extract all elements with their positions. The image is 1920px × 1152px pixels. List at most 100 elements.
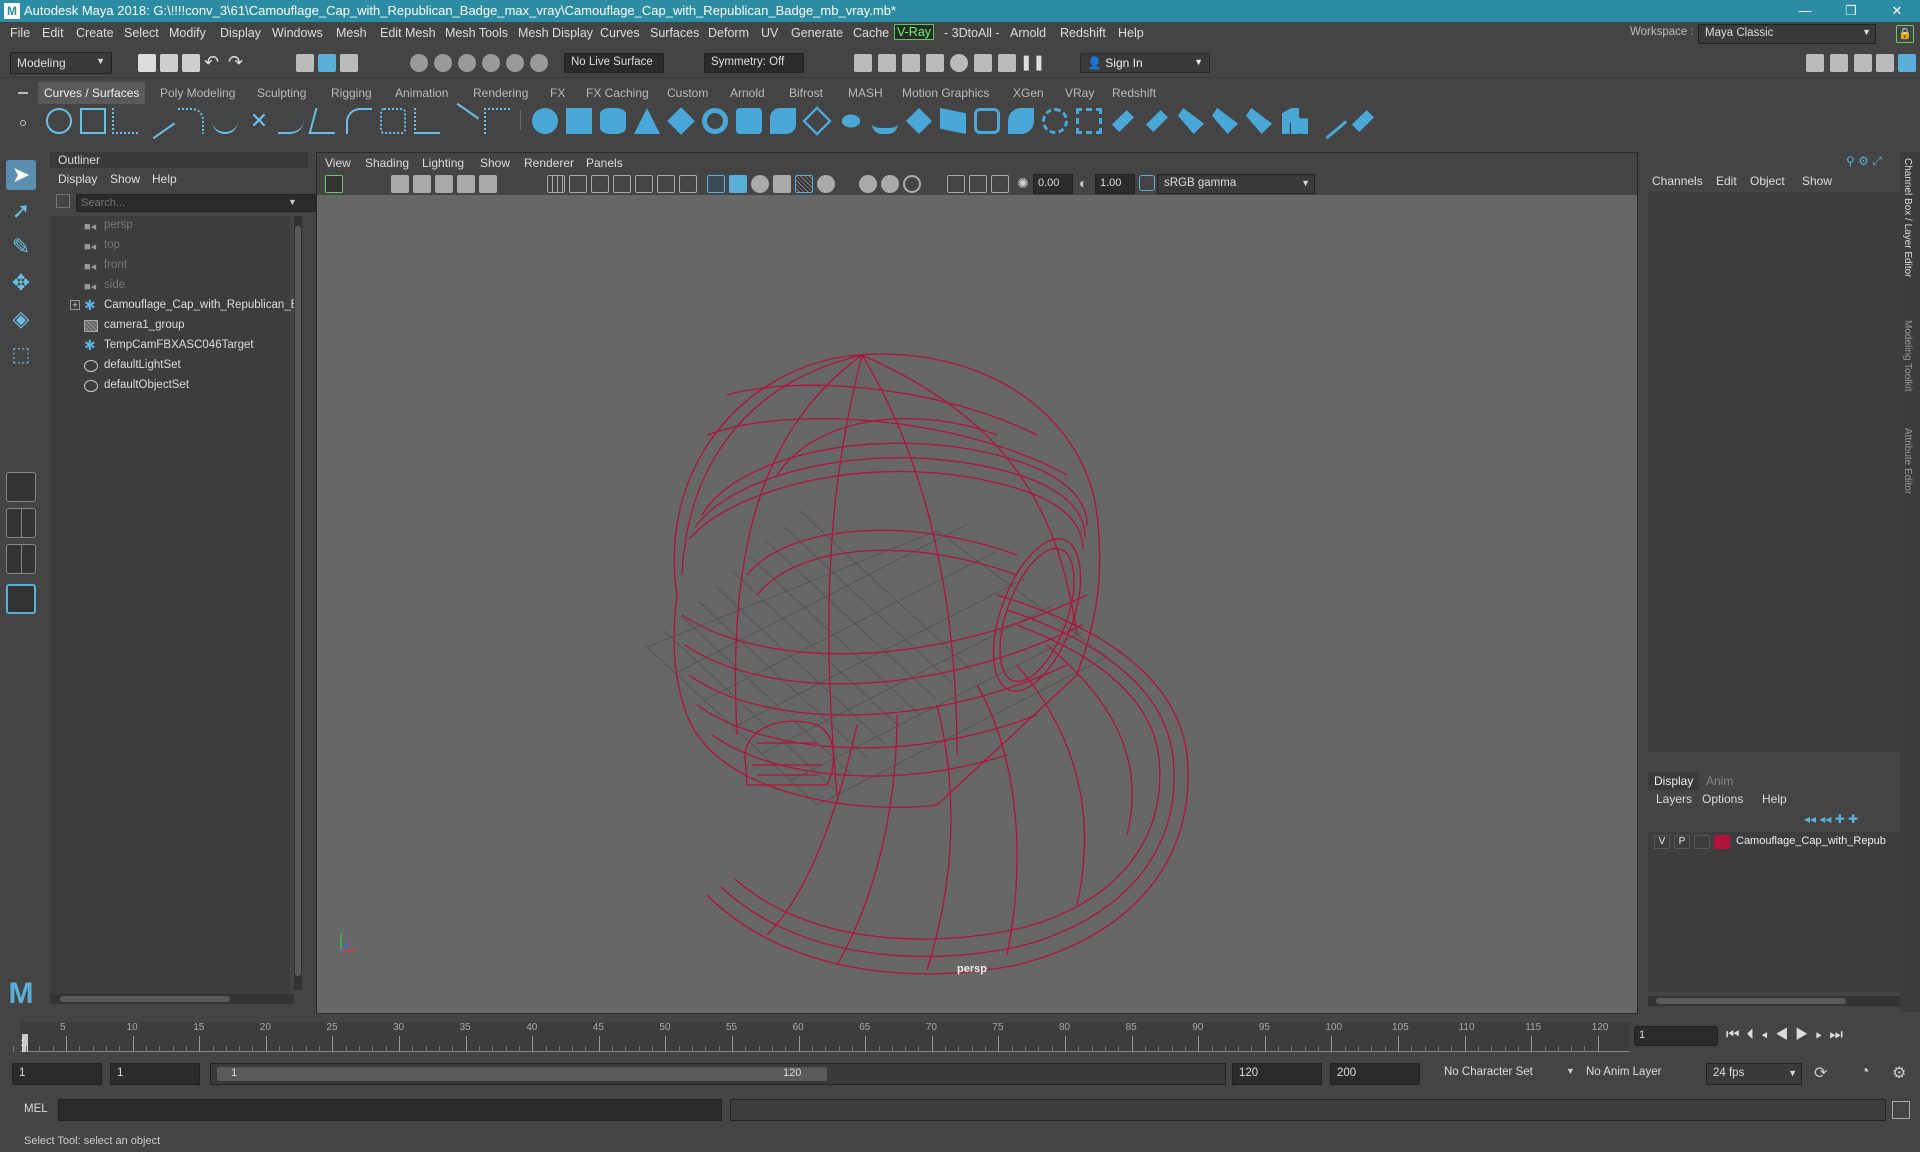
shelf-tab-sculpting[interactable]: Sculpting: [257, 86, 306, 100]
move-tool-icon[interactable]: ✥: [6, 268, 36, 298]
textured-icon[interactable]: [795, 175, 813, 193]
gamma-field[interactable]: 1.00: [1095, 174, 1135, 194]
color-management-icon[interactable]: [1139, 175, 1155, 191]
step-back-frame-icon[interactable]: ◂: [1761, 1026, 1775, 1043]
snap-grid-icon[interactable]: [410, 54, 428, 72]
layer-color-swatch[interactable]: [1714, 835, 1730, 849]
square-surface-icon[interactable]: [940, 108, 966, 134]
select-component-icon[interactable]: [340, 54, 358, 72]
rotate-tool-icon[interactable]: ◈: [6, 304, 36, 334]
layer-reference-toggle[interactable]: [1694, 835, 1710, 849]
detach-surfaces-icon[interactable]: [1178, 108, 1204, 134]
shelf-tab-redshift[interactable]: Redshift: [1112, 86, 1156, 100]
outliner-search-input[interactable]: [76, 194, 318, 212]
script-editor-icon[interactable]: [1892, 1101, 1910, 1119]
fps-dropdown[interactable]: 24 fps ▼: [1706, 1063, 1802, 1085]
grease-pencil-icon[interactable]: [479, 175, 497, 193]
loop-icon[interactable]: ⟳: [1814, 1063, 1827, 1083]
modeling-toolkit-icon[interactable]: [1806, 54, 1824, 72]
attribute-editor-icon[interactable]: [1854, 54, 1872, 72]
outliner-menu-display[interactable]: Display: [58, 172, 97, 186]
nurbs-cone-icon[interactable]: [634, 108, 660, 134]
lights-icon[interactable]: [817, 175, 835, 193]
ipr-render-icon[interactable]: [974, 54, 992, 72]
outliner-item-front[interactable]: ■◂ front: [50, 256, 290, 276]
revolve-icon[interactable]: [736, 108, 762, 134]
nurbs-cylinder-icon[interactable]: [600, 108, 626, 134]
layer-menu-options[interactable]: Options: [1702, 792, 1743, 806]
menu-arnold[interactable]: Arnold: [1010, 26, 1046, 40]
menu-curves[interactable]: Curves: [600, 26, 640, 40]
lock-icon[interactable]: 🔒: [1896, 25, 1914, 43]
anim-layer-dropdown[interactable]: No Anim Layer: [1580, 1063, 1700, 1085]
xray-joints-icon[interactable]: [991, 175, 1009, 193]
insert-knot-icon[interactable]: [442, 102, 480, 140]
viewport-menu-lighting[interactable]: Lighting: [422, 156, 464, 170]
project-curve-icon[interactable]: [1042, 108, 1068, 134]
smooth-shade-icon[interactable]: [729, 175, 747, 193]
chevron-down-icon[interactable]: ▼: [288, 197, 297, 207]
viewport-canvas[interactable]: persp: [317, 195, 1637, 1013]
snapshot-icon[interactable]: [998, 54, 1016, 72]
render-view-icon[interactable]: [902, 54, 920, 72]
time-slider[interactable]: 1 5 10 15 20 25 30 35 40 45 50 55 60 65 70 75 80 85 90 95 1…: [0, 1018, 1920, 1056]
motion-blur-icon[interactable]: [903, 175, 921, 193]
snap-view-plane-icon[interactable]: [482, 54, 500, 72]
boundary-icon[interactable]: [906, 108, 932, 134]
nurbs-circle-icon[interactable]: [46, 108, 72, 134]
outliner-item-tempcam-target[interactable]: ✱ TempCamFBXASC046Target: [50, 336, 290, 356]
script-language-label[interactable]: MEL: [24, 1103, 48, 1115]
symmetry-dropdown[interactable]: Symmetry: Off: [704, 53, 804, 73]
range-slider[interactable]: 1 120: [210, 1063, 1226, 1085]
menu-3dtoall[interactable]: - 3DtoAll -: [944, 26, 1000, 40]
scroll-thumb[interactable]: [295, 226, 301, 976]
shelf-tab-fx-caching[interactable]: FX Caching: [586, 86, 649, 100]
nurbs-plane-icon[interactable]: [667, 107, 695, 135]
select-tool-icon[interactable]: ➤: [6, 160, 36, 190]
shelf-tab-rigging[interactable]: Rigging: [331, 86, 372, 100]
extend-curve-icon[interactable]: [414, 108, 440, 134]
paint-select-tool-icon[interactable]: ✎: [6, 232, 36, 262]
menu-windows[interactable]: Windows: [272, 26, 323, 40]
chevron-down-icon[interactable]: ▼: [1566, 1066, 1575, 1076]
bookmarks-icon[interactable]: [413, 175, 431, 193]
scene-start-field[interactable]: 1: [12, 1063, 102, 1085]
field-chart-icon[interactable]: [635, 175, 653, 193]
snap-curve-icon[interactable]: [434, 54, 452, 72]
anim-start-field[interactable]: 1: [110, 1063, 200, 1085]
shelf-tab-curves-surfaces[interactable]: Curves / Surfaces: [38, 82, 146, 104]
shelf-tab-xgen[interactable]: XGen: [1013, 86, 1044, 100]
snap-live-icon[interactable]: [506, 54, 524, 72]
layer-menu-layers[interactable]: Layers: [1656, 792, 1692, 806]
open-scene-icon[interactable]: [160, 54, 178, 72]
save-scene-icon[interactable]: [182, 54, 200, 72]
single-perspective-layout-icon[interactable]: [6, 472, 36, 502]
scale-tool-icon[interactable]: ⬚: [6, 340, 36, 370]
cv-curve-icon[interactable]: [112, 108, 138, 134]
layer-hscrollbar[interactable]: [1648, 996, 1902, 1006]
outliner-item-defaultlightset[interactable]: defaultLightSet: [50, 356, 290, 376]
outliner-menu-show[interactable]: Show: [110, 172, 140, 186]
menu-uv[interactable]: UV: [761, 26, 778, 40]
channel-menu-object[interactable]: Object: [1750, 174, 1785, 188]
attach-curves-icon[interactable]: [278, 108, 304, 134]
film-gate-icon[interactable]: [569, 175, 587, 193]
trim-tool-icon[interactable]: [1076, 108, 1102, 134]
time-ruler[interactable]: 1 5 10 15 20 25 30 35 40 45 50 55 60 65 70 75 80 85 90 95 1…: [12, 1022, 1630, 1052]
nurbs-cube-icon[interactable]: [566, 108, 592, 134]
surface-editing-icon[interactable]: [1351, 109, 1375, 133]
undo-icon[interactable]: ↶: [204, 52, 219, 73]
layer-buttons-icons[interactable]: ◂◂ ◂◂ ✚ ✚: [1804, 812, 1858, 826]
open-close-surface-icon[interactable]: [1212, 108, 1238, 134]
shelf-tab-vray[interactable]: VRay: [1065, 86, 1094, 100]
menu-mesh[interactable]: Mesh: [336, 26, 367, 40]
default-material-icon[interactable]: [751, 175, 769, 193]
birail-icon[interactable]: [872, 108, 898, 134]
safe-action-icon[interactable]: [657, 175, 675, 193]
render-sequence-icon[interactable]: [878, 54, 896, 72]
shelf-menu-icon[interactable]: [18, 84, 28, 136]
rebuild-surface-icon[interactable]: [1282, 108, 1308, 134]
channel-menu-show[interactable]: Show: [1802, 174, 1832, 188]
expand-icon[interactable]: +: [70, 300, 80, 310]
menu-vray[interactable]: V-Ray: [894, 24, 935, 40]
